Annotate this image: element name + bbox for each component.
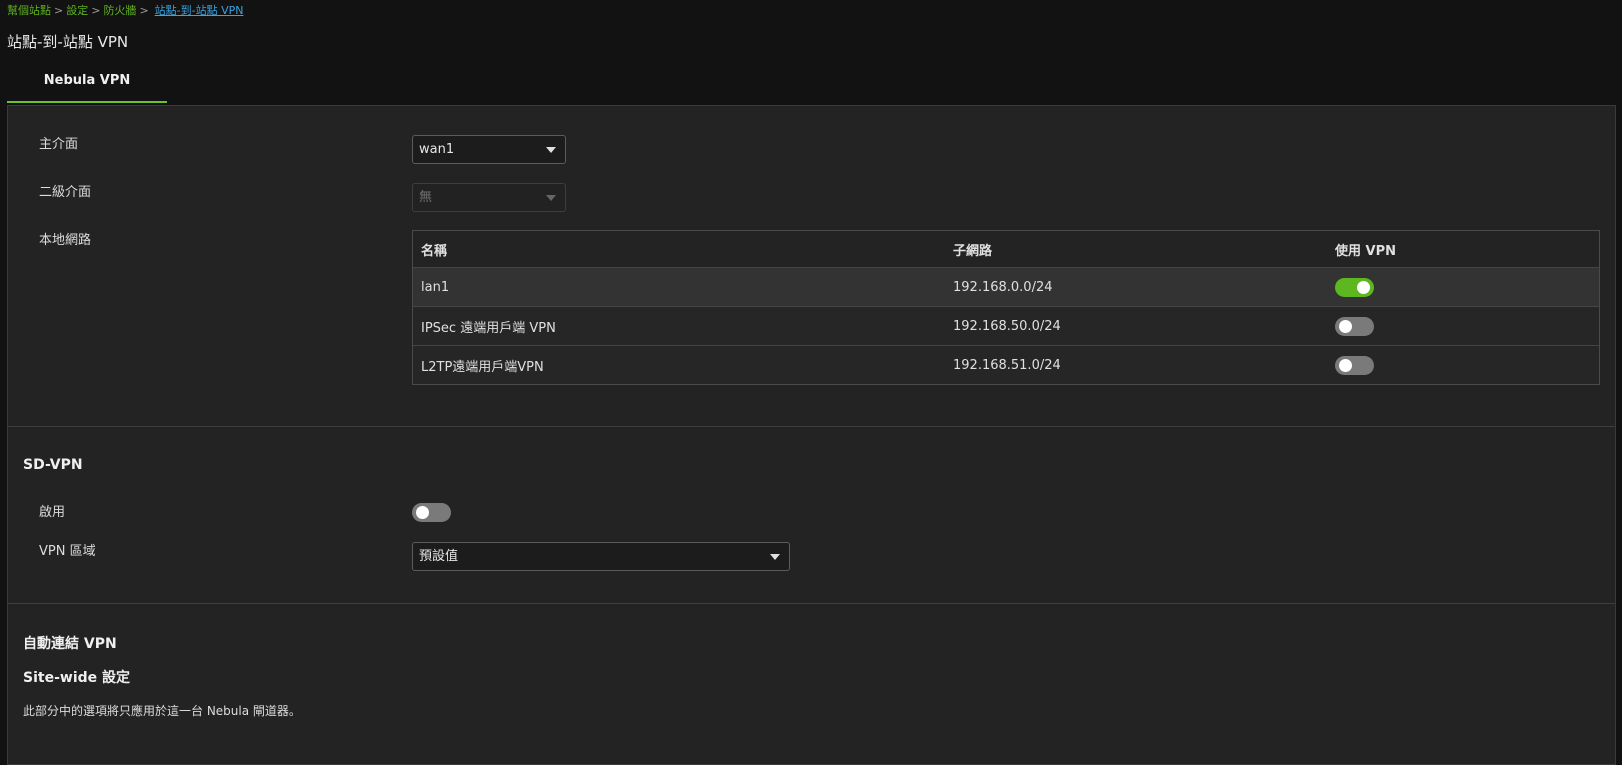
local-network-label: 本地網路 [39, 233, 92, 248]
toggle-knob [1339, 319, 1352, 333]
section-divider [8, 426, 1615, 427]
section-divider [8, 603, 1615, 604]
sitewide-settings-title: Site-wide 設定 [23, 670, 131, 686]
table-row: lan1 192.168.0.0/24 [413, 267, 1599, 306]
secondary-interface-label: 二級介面 [39, 185, 92, 200]
sitewide-note: 此部分中的選項將只應用於這一台 Nebula 閘道器。 [23, 704, 301, 718]
breadcrumb-item[interactable]: 幫個站點 [7, 4, 51, 17]
toggle-knob [1357, 280, 1370, 294]
toggle-knob [1339, 358, 1352, 372]
sdvpn-enable-wrap [412, 503, 451, 522]
table-row: IPSec 遠端用戶端 VPN 192.168.50.0/24 [413, 306, 1599, 345]
auto-vpn-section-title: 自動連結 VPN [23, 636, 117, 652]
use-vpn-toggle[interactable] [1335, 277, 1374, 297]
network-name: L2TP遠端用戶端VPN [421, 359, 544, 375]
use-vpn-cell [1335, 268, 1374, 306]
chevron-down-icon [770, 554, 780, 560]
network-subnet: 192.168.51.0/24 [953, 357, 1061, 373]
primary-interface-value: wan1 [419, 142, 455, 157]
network-name: lan1 [421, 279, 450, 295]
vpn-area-select[interactable]: 預設值 [412, 542, 790, 571]
vpn-area-value: 預設值 [419, 549, 459, 564]
column-header-subnet: 子網路 [953, 243, 993, 259]
primary-interface-select[interactable]: wan1 [412, 135, 566, 164]
secondary-interface-select: 無 [412, 183, 566, 212]
breadcrumb-separator: > [91, 4, 101, 17]
chevron-down-icon [546, 147, 556, 153]
primary-interface-label: 主介面 [39, 137, 79, 152]
use-vpn-toggle[interactable] [1335, 316, 1374, 336]
vpn-area-label: VPN 區域 [39, 544, 96, 559]
network-name: IPSec 遠端用戶端 VPN [421, 320, 556, 336]
tab-nebula-vpn[interactable]: Nebula VPN [7, 67, 167, 103]
use-vpn-cell [1335, 346, 1374, 384]
breadcrumb-item[interactable]: 防火牆 [103, 4, 136, 17]
network-subnet: 192.168.50.0/24 [953, 318, 1061, 334]
sdvpn-section-title: SD-VPN [23, 457, 83, 473]
toggle-knob [416, 506, 429, 519]
sdvpn-enable-toggle[interactable] [412, 503, 451, 522]
table-row: L2TP遠端用戶端VPN 192.168.51.0/24 [413, 345, 1599, 384]
page-title: 站點-到-站點 VPN [7, 33, 129, 51]
breadcrumb-item[interactable]: 設定 [66, 4, 88, 17]
breadcrumb-current[interactable]: 站點-到-站點 VPN [155, 4, 244, 17]
breadcrumb-separator: > [139, 4, 149, 17]
network-subnet: 192.168.0.0/24 [953, 279, 1053, 295]
use-vpn-cell [1335, 307, 1374, 345]
column-header-name: 名稱 [421, 243, 448, 259]
breadcrumb: 幫個站點 > 設定 > 防火牆 > 站點-到-站點 VPN [7, 2, 243, 18]
local-network-table: 名稱 子網路 使用 VPN lan1 192.168.0.0/24 IPSec … [412, 230, 1600, 385]
settings-panel: 主介面 wan1 二級介面 無 本地網路 名稱 子網路 使用 VPN lan1 … [7, 105, 1616, 765]
column-header-use-vpn: 使用 VPN [1335, 243, 1396, 259]
breadcrumb-separator: > [54, 4, 64, 17]
secondary-interface-value: 無 [419, 190, 433, 205]
sdvpn-enable-label: 啟用 [39, 505, 66, 520]
chevron-down-icon [546, 195, 556, 201]
use-vpn-toggle[interactable] [1335, 355, 1374, 375]
table-header-row: 名稱 子網路 使用 VPN [413, 231, 1599, 267]
